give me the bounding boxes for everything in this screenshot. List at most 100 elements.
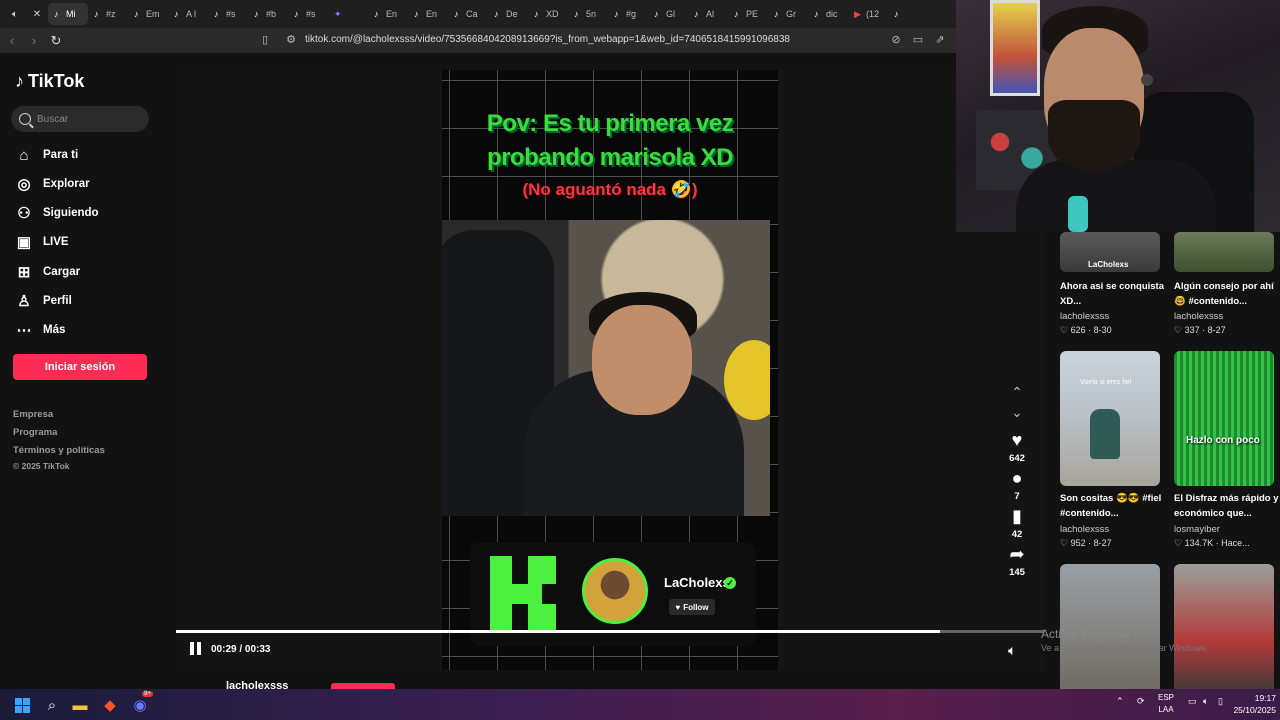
browser-tab[interactable]: ♪ #b: [248, 3, 288, 25]
video-frame[interactable]: Pov: Es tu primera vez probando marisola…: [442, 70, 778, 670]
browser-tab[interactable]: ♪ Gr: [768, 3, 808, 25]
browser-tab[interactable]: ✦: [328, 3, 368, 25]
browser-tab[interactable]: ♪ PE: [728, 3, 768, 25]
tiktok-icon: ♪: [174, 8, 179, 19]
windows-taskbar: ⌕ ▬ ◆ ◉ 9+ ⌃ ⟳ ESP LAA ▭ 🔈︎ ▯ 19:17 25/1…: [0, 689, 1280, 720]
rec-views: 337: [1184, 325, 1200, 335]
browser-tab[interactable]: ♪ #s: [288, 3, 328, 25]
tiktok-logo[interactable]: ♪ TikTok: [15, 71, 84, 92]
browser-tab[interactable]: ♪ XD: [528, 3, 568, 25]
rec-stats: ♡ 337 · 8-27: [1174, 325, 1226, 335]
browser-tab[interactable]: ♪ Ca: [448, 3, 488, 25]
share-icon[interactable]: ⇗: [933, 33, 947, 47]
windows-start-icon[interactable]: [10, 693, 34, 717]
rec-date: 8-27: [1207, 325, 1226, 335]
video-player[interactable]: Pov: Es tu primera vez probando marisola…: [176, 70, 1044, 670]
rec-title[interactable]: Son cositas 😎😎 #fiel #contenido...: [1060, 491, 1172, 521]
no-cast-icon[interactable]: ⊘: [889, 33, 903, 47]
footer-terminos[interactable]: Términos y políticas: [13, 445, 105, 456]
browser-tab[interactable]: ♪ De: [488, 3, 528, 25]
browser-tab[interactable]: ♪ A l: [168, 3, 208, 25]
search-input[interactable]: [37, 113, 137, 125]
login-button[interactable]: Iniciar sesión: [13, 354, 147, 380]
comment-count: 7: [1014, 491, 1020, 502]
chevron-down-icon[interactable]: ⌄: [1001, 402, 1033, 422]
folder-icon[interactable]: ▬: [68, 693, 92, 717]
rec-thumb-4[interactable]: Hazlo con poco: [1174, 351, 1274, 486]
tab-label: #s: [306, 9, 316, 19]
speaker-icon[interactable]: 🔈︎: [1203, 696, 1208, 707]
nav-label: LIVE: [43, 236, 69, 248]
rec-title[interactable]: Algún consejo por ahí 🤓 #contenido...: [1174, 279, 1280, 309]
browser-tab[interactable]: ♪ Gl: [648, 3, 688, 25]
discord-icon[interactable]: ◉ 9+: [128, 691, 153, 717]
comment-button[interactable]: ● 7: [1001, 468, 1033, 502]
browser-tab[interactable]: ♪ #s: [208, 3, 248, 25]
search-icon[interactable]: ⌕: [40, 693, 64, 717]
battery-icon[interactable]: ▯: [1218, 696, 1223, 707]
tray-chevron-icon[interactable]: ⌃: [1116, 696, 1124, 707]
live-icon: ▣: [16, 234, 32, 251]
footer-programa[interactable]: Programa: [13, 427, 57, 438]
rec-user[interactable]: lacholexsss: [1174, 311, 1223, 322]
rec-user[interactable]: lacholexsss: [1060, 311, 1109, 322]
kick-logo: [490, 556, 556, 632]
browser-tab[interactable]: ♪ dic: [808, 3, 848, 25]
reload-icon[interactable]: ↻: [46, 31, 66, 51]
nav-perfil[interactable]: ♙ Perfil: [15, 292, 72, 310]
browser-tab[interactable]: ♪ Mi: [48, 3, 88, 25]
recommendations-panel: LaCholexs Ahora asi se conquista XD... A…: [1044, 232, 1280, 689]
rec-thumb-3[interactable]: Vuela si eres fiel: [1060, 351, 1160, 486]
rec-title[interactable]: Ahora asi se conquista XD...: [1060, 279, 1172, 309]
share-button[interactable]: ➦ 145: [1001, 544, 1033, 578]
rec-thumb-1[interactable]: LaCholexs: [1060, 232, 1160, 272]
channel-avatar: [582, 558, 648, 624]
browser-tab[interactable]: ♪ En: [368, 3, 408, 25]
like-button[interactable]: ♥ 642: [1001, 430, 1033, 464]
site-info-icon[interactable]: ⚙: [284, 33, 298, 47]
rec-thumb-text: Hazlo con poco: [1186, 435, 1260, 446]
save-button[interactable]: ▮ 42: [1001, 506, 1033, 540]
nav-mas[interactable]: ⋯ Más: [15, 321, 66, 339]
nav-live[interactable]: ▣ LIVE: [15, 233, 69, 251]
browser-tab[interactable]: ♪ Em: [128, 3, 168, 25]
brave-icon[interactable]: ◆: [98, 693, 122, 717]
display-icon[interactable]: ▭: [1188, 696, 1197, 707]
browser-tab[interactable]: ♪ #z: [88, 3, 128, 25]
footer-empresa[interactable]: Empresa: [13, 409, 53, 420]
browser-tab[interactable]: ♪ Al: [688, 3, 728, 25]
chevron-up-icon[interactable]: ⌃: [1001, 382, 1033, 402]
browser-tab[interactable]: ♪ #g: [608, 3, 648, 25]
nav-explorar[interactable]: ◎ Explorar: [15, 175, 89, 193]
pause-button[interactable]: [190, 642, 204, 656]
video-scene: [442, 220, 770, 516]
speaker-icon[interactable]: 🔈︎: [4, 3, 26, 25]
progress-bar[interactable]: [176, 630, 1044, 633]
clock[interactable]: 19:17 25/10/2025: [1230, 692, 1276, 716]
rec-thumb-2[interactable]: [1174, 232, 1274, 272]
rec-user[interactable]: lacholexsss: [1060, 524, 1109, 535]
volume-icon[interactable]: 🔈︎: [1008, 642, 1016, 659]
url-field[interactable]: tiktok.com/@lacholexsss/video/7535668404…: [305, 34, 790, 45]
search-box[interactable]: [11, 106, 149, 132]
browser-tab[interactable]: ♪: [888, 3, 928, 25]
author-username[interactable]: lacholexsss: [226, 680, 288, 689]
browser-tab[interactable]: ♪ En: [408, 3, 448, 25]
browser-tab[interactable]: ♪ 5n: [568, 3, 608, 25]
close-icon[interactable]: ✕: [26, 3, 48, 25]
rec-thumb-6[interactable]: [1174, 564, 1274, 689]
rec-user[interactable]: losmayiber: [1174, 524, 1220, 535]
nav-siguiendo[interactable]: ⚇ Siguiendo: [15, 204, 98, 222]
browser-tab[interactable]: ▶ (12: [848, 3, 888, 25]
language-indicator[interactable]: ESP LAA: [1158, 692, 1174, 716]
bookmark-icon[interactable]: ▯: [258, 33, 272, 47]
back-icon[interactable]: ‹: [2, 31, 22, 51]
lang-line1: ESP: [1158, 693, 1175, 702]
rec-views: 952: [1070, 538, 1086, 548]
forward-icon[interactable]: ›: [24, 31, 44, 51]
screen-icon[interactable]: ▭: [911, 33, 925, 47]
nav-para-ti[interactable]: ⌂ Para ti: [15, 146, 78, 164]
nav-cargar[interactable]: ⊞ Cargar: [15, 263, 80, 281]
rec-title[interactable]: El Disfraz más rápido y económico que...: [1174, 491, 1280, 521]
sync-icon[interactable]: ⟳: [1137, 696, 1145, 707]
